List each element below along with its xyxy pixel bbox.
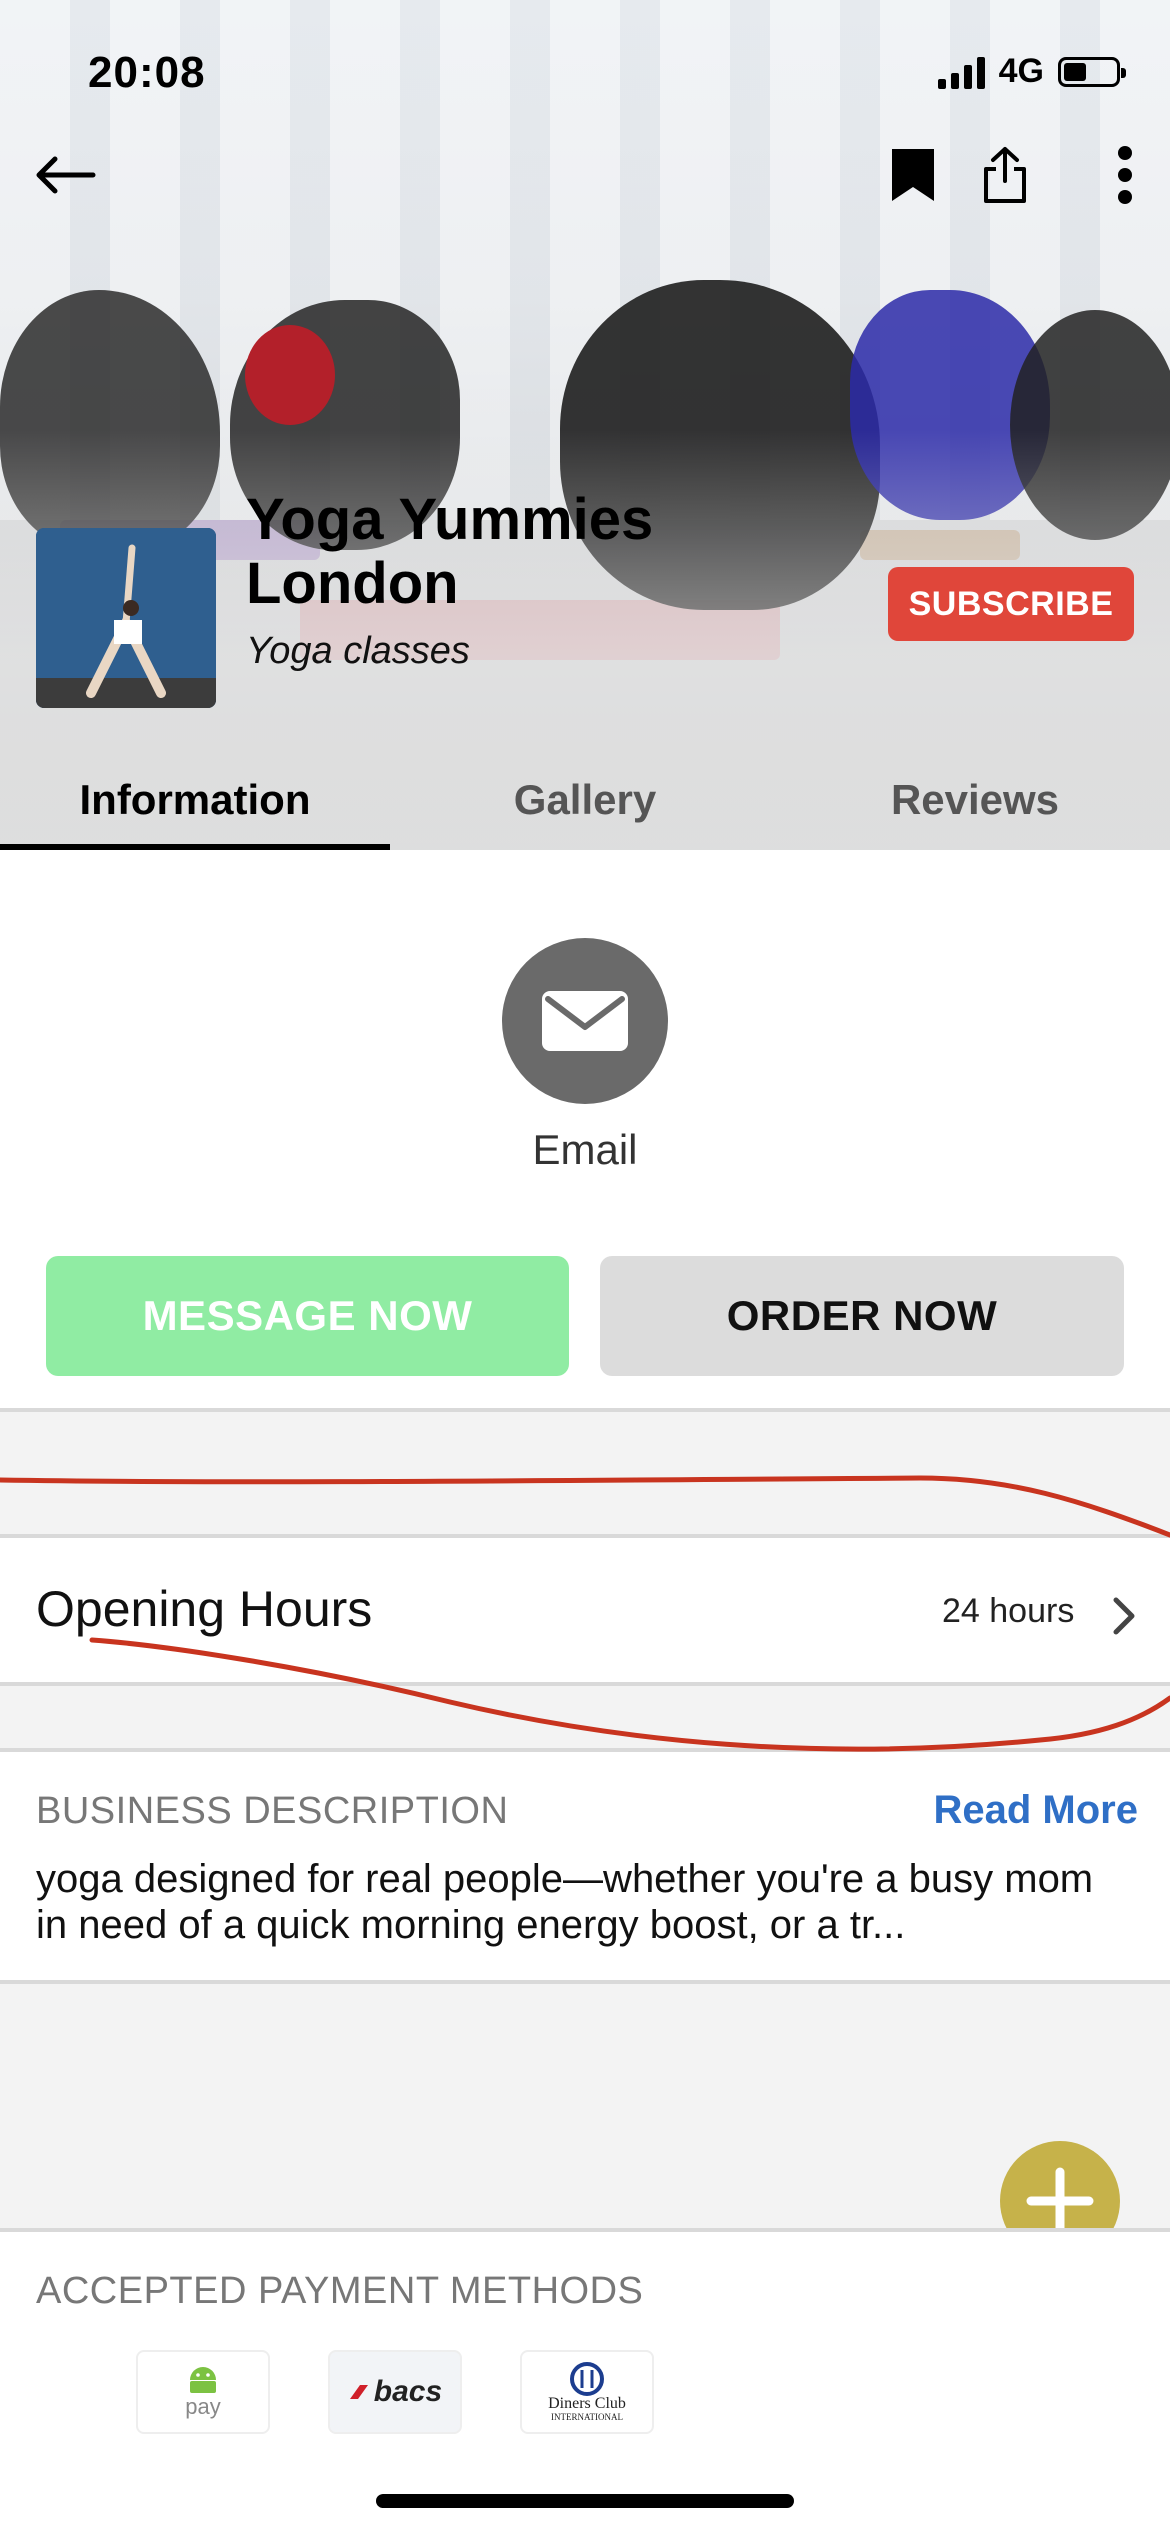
share-button[interactable] [970, 140, 1040, 210]
share-icon [984, 147, 1026, 203]
tab-information[interactable]: Information [0, 750, 390, 850]
diners-club-label: Diners Club [548, 2395, 626, 2412]
home-indicator[interactable] [376, 2494, 794, 2508]
business-avatar[interactable] [36, 528, 216, 708]
plus-icon [1026, 2167, 1094, 2235]
mail-icon [542, 991, 628, 1051]
back-button[interactable] [30, 140, 100, 210]
more-vertical-icon [1118, 146, 1132, 204]
payment-heading: ACCEPTED PAYMENT METHODS [36, 2270, 644, 2312]
business-name: Yoga Yummies London [246, 487, 654, 616]
subscribe-button[interactable]: SUBSCRIBE [888, 567, 1134, 641]
diners-club-sublabel: INTERNATIONAL [551, 2412, 623, 2422]
read-more-link[interactable]: Read More [934, 1788, 1139, 1833]
message-now-button[interactable]: MESSAGE NOW [46, 1256, 569, 1376]
divider [0, 1980, 1170, 1984]
opening-hours-value: 24 hours [942, 1592, 1075, 1630]
hero-banner [0, 0, 1170, 850]
payment-method-bacs: bacs [328, 2350, 462, 2434]
battery-icon [1058, 56, 1126, 87]
description-text: yoga designed for real people—whether yo… [36, 1857, 1094, 1947]
arrow-left-icon [36, 156, 96, 194]
business-category: Yoga classes [246, 630, 470, 672]
tab-gallery[interactable]: Gallery [390, 750, 780, 850]
signal-icon [937, 55, 985, 89]
email-label: Email [532, 1126, 638, 1173]
network-type: 4G [998, 52, 1044, 90]
bacs-logo-icon [349, 2385, 368, 2399]
tab-reviews[interactable]: Reviews [780, 750, 1170, 850]
bookmark-button[interactable] [878, 140, 948, 210]
status-indicators: 4G [937, 52, 1126, 91]
yoga-pose-image [36, 528, 216, 708]
more-button[interactable] [1090, 140, 1160, 210]
bacs-label: bacs [373, 2375, 443, 2408]
tab-bar: Information Gallery Reviews [0, 750, 1170, 850]
divider [0, 1408, 1170, 1412]
divider [0, 1682, 1170, 1686]
android-pay-label: pay [185, 2394, 221, 2419]
person-hair [245, 325, 335, 425]
payment-method-android-pay: pay [136, 2350, 270, 2434]
bookmark-icon [892, 149, 934, 201]
email-button[interactable] [502, 938, 668, 1104]
chevron-right-icon [1113, 1597, 1135, 1635]
opening-hours-label: Opening Hours [36, 1581, 373, 1637]
order-now-button[interactable]: ORDER NOW [600, 1256, 1124, 1376]
status-time: 20:08 [88, 48, 206, 97]
payment-method-diners-club: Diners Club INTERNATIONAL [520, 2350, 654, 2434]
description-heading: BUSINESS DESCRIPTION [36, 1790, 509, 1832]
diners-club-icon [570, 2362, 604, 2396]
android-icon [190, 2367, 216, 2393]
